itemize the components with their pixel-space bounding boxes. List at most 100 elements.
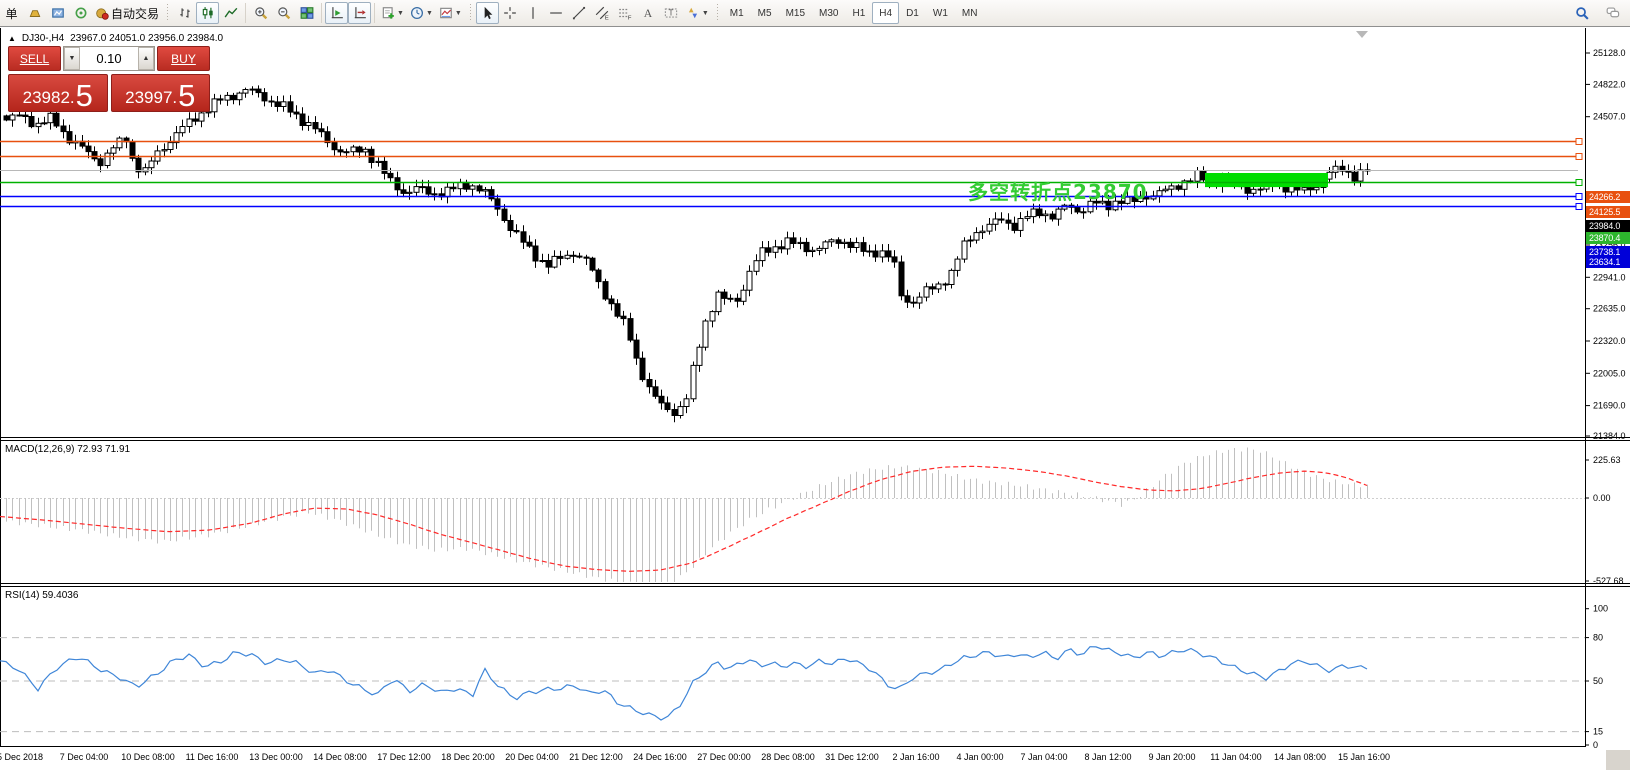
toolbar-separator (716, 4, 720, 22)
price-axis-tick: 22320.0 (1593, 336, 1626, 346)
sell-price-button[interactable]: 23982. 5 (8, 74, 108, 112)
indicators-icon (381, 6, 395, 20)
market-watch-icon (28, 6, 42, 20)
market-watch-icon[interactable] (23, 2, 46, 24)
buy-button[interactable]: BUY (157, 46, 210, 71)
chat-button[interactable] (1601, 2, 1624, 24)
arrows-icon (686, 6, 700, 20)
toolbar-separator (245, 3, 246, 23)
periods-icon (410, 6, 424, 20)
signals-icon (74, 6, 88, 20)
toolbar: 单自动交易▼▼▼EFAT▼M1M5M15M30H1H4D1W1MN (0, 0, 1630, 27)
chart-shift-icon (353, 6, 367, 20)
cursor-button[interactable] (476, 2, 499, 24)
chart-shift-button[interactable] (348, 2, 371, 24)
candlestick-series (4, 85, 1370, 422)
time-axis-label: 4 Jan 00:00 (956, 752, 1003, 762)
rsi-axis-tick: 0 (1593, 740, 1598, 750)
timeframe-w1-button[interactable]: W1 (926, 2, 955, 24)
horizontal-line-button[interactable] (545, 2, 568, 24)
vline-icon (526, 6, 540, 20)
macd-indicator-label: MACD(12,26,9) 72.93 71.91 (5, 444, 130, 455)
rsi-indicator-label: RSI(14) 59.4036 (5, 590, 78, 601)
chart-bars-icon (178, 6, 192, 20)
channel-button[interactable]: E (591, 2, 614, 24)
vertical-line-button[interactable] (522, 2, 545, 24)
volume-decrease-button[interactable]: ▼ (64, 47, 80, 70)
zoom-out-button[interactable] (272, 2, 295, 24)
chart-line-icon (224, 6, 238, 20)
auto-scroll-button[interactable] (325, 2, 348, 24)
timeframe-h1-button[interactable]: H1 (845, 2, 872, 24)
time-axis-label: 11 Dec 16:00 (186, 752, 239, 762)
autotrading-button[interactable]: 自动交易 (92, 2, 162, 24)
auto-scroll-icon (330, 6, 344, 20)
timeframe-m30-button[interactable]: M30 (812, 2, 845, 24)
buy-price: 23997. (125, 89, 177, 108)
timeframe-m15-button[interactable]: M15 (779, 2, 812, 24)
price-label-24266.2: 24266.2 (1586, 191, 1630, 203)
cursor-icon (480, 6, 494, 20)
label-button[interactable]: T (660, 2, 683, 24)
toolbar-separator (166, 4, 170, 22)
time-axis-label: 14 Dec 08:00 (313, 752, 367, 762)
chart-candles-icon (201, 6, 215, 20)
timeframe-h4-button[interactable]: H4 (872, 2, 899, 24)
trendline-button[interactable] (568, 2, 591, 24)
chart-annotation-text[interactable]: 多空转折点23870 (968, 176, 1148, 205)
navigator-icon[interactable] (46, 2, 69, 24)
timeframe-m1-button[interactable]: M1 (723, 2, 751, 24)
price-label-23870.4: 23870.4 (1586, 232, 1630, 244)
zoom-out-icon (277, 6, 291, 20)
price-axis-tick: 22941.0 (1593, 272, 1626, 282)
time-axis-label: 11 Jan 04:00 (1210, 752, 1261, 762)
zoom-in-icon (254, 6, 268, 20)
tile-windows-icon (300, 6, 314, 20)
text-button[interactable]: A (637, 2, 660, 24)
time-axis-label: 13 Dec 00:00 (249, 752, 303, 762)
chart-line-button[interactable] (219, 2, 242, 24)
fibonacci-button[interactable]: F (614, 2, 637, 24)
tile-windows-button[interactable] (295, 2, 318, 24)
volume-increase-button[interactable]: ▲ (138, 47, 154, 70)
hline-icon (549, 6, 563, 20)
macd-histogram (7, 448, 1368, 583)
time-axis-label: 17 Dec 12:00 (377, 752, 431, 762)
timeframe-mn-button[interactable]: MN (955, 2, 985, 24)
panel-collapse-icon[interactable]: ▲ (8, 34, 16, 43)
indicators-button[interactable]: ▼ (378, 2, 407, 24)
volume-input[interactable]: 0.10 (80, 47, 138, 70)
chart-candles-button[interactable] (196, 2, 219, 24)
crosshair-button[interactable] (499, 2, 522, 24)
chart-bars-button[interactable] (173, 2, 196, 24)
templates-button[interactable]: ▼ (436, 2, 465, 24)
signals-icon[interactable] (69, 2, 92, 24)
zoom-in-button[interactable] (249, 2, 272, 24)
rsi-axis-tick: 50 (1593, 676, 1603, 686)
arrows-button[interactable]: ▼ (683, 2, 712, 24)
new-order-button[interactable]: 单 (0, 2, 23, 24)
timeframe-m5-button[interactable]: M5 (751, 2, 779, 24)
chart-canvas[interactable]: 25128.024822.024507.023571.023256.022941… (0, 28, 1630, 773)
price-axis-tick: 21690.0 (1593, 401, 1626, 411)
time-axis-label: 7 Dec 04:00 (60, 752, 109, 762)
time-axis-label: 18 Dec 20:00 (441, 752, 495, 762)
autotrading-icon (95, 6, 109, 20)
chart-ohlc-header: ▲ DJ30-,H4 23967.0 24051.0 23956.0 23984… (8, 33, 223, 44)
fibonacci-icon: F (618, 6, 632, 20)
channel-icon: E (595, 6, 609, 20)
time-axis-label: 28 Dec 08:00 (761, 752, 815, 762)
highlight-rectangle[interactable] (1205, 173, 1328, 187)
search-button[interactable] (1570, 2, 1593, 24)
timeframe-d1-button[interactable]: D1 (899, 2, 926, 24)
price-axis-tick: 24822.0 (1593, 79, 1626, 89)
macd-axis-tick: -527.68 (1593, 576, 1624, 586)
sell-button[interactable]: SELL (8, 46, 61, 71)
time-axis-label: 10 Dec 08:00 (121, 752, 175, 762)
macd-axis-tick: 225.63 (1593, 455, 1621, 465)
time-axis-label: 27 Dec 00:00 (697, 752, 751, 762)
chart-window: 25128.024822.024507.023571.023256.022941… (0, 28, 1630, 773)
label-icon: T (664, 6, 678, 20)
periods-button[interactable]: ▼ (407, 2, 436, 24)
buy-price-button[interactable]: 23997. 5 (111, 74, 211, 112)
